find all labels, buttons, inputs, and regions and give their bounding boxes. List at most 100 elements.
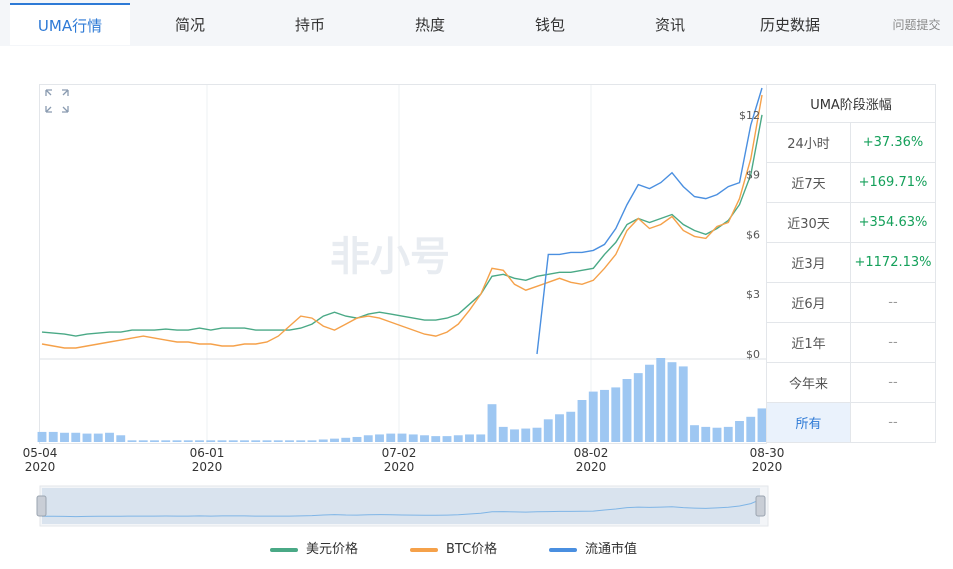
volume-bar (341, 437, 351, 442)
volume-bar (240, 440, 249, 442)
volume-bar (285, 440, 294, 442)
volume-bar (588, 391, 598, 442)
legend-label: 美元价格 (306, 542, 359, 557)
volume-bar (645, 364, 654, 442)
volume-bar (363, 435, 373, 442)
volume-bar (71, 432, 81, 442)
volume-bar (386, 433, 396, 442)
legend-swatch (549, 547, 577, 552)
volume-bar (656, 358, 666, 442)
volume-bar (453, 435, 463, 442)
volume-bar (701, 426, 711, 442)
watermark: 非小号 (330, 234, 450, 280)
volume-bar (206, 440, 216, 442)
volume-bar (521, 428, 531, 442)
volume-bar (735, 421, 744, 442)
x-tick-year: 2020 (384, 460, 415, 474)
volume-bar (195, 440, 204, 442)
volume-bar (352, 436, 362, 442)
volume-bar (611, 387, 621, 442)
chart-legend: 美元价格 BTC价格 流通市值 (0, 540, 953, 560)
volume-bar (375, 434, 384, 442)
volume-bar (476, 434, 486, 442)
x-tick-year: 2020 (752, 460, 783, 474)
x-tick-label: 07-02 (382, 446, 417, 460)
expand-icon[interactable] (45, 89, 69, 113)
period-value: +354.63% (850, 202, 936, 243)
period-label[interactable]: 近6月 (766, 282, 851, 323)
performance-table: UMA阶段涨幅 24小时 +37.36% 近7天 +169.71% 近30天 +354… (766, 84, 936, 443)
volume-bar (408, 434, 418, 442)
y-tick-label: $9 (746, 169, 760, 182)
volume-bar (746, 416, 756, 442)
volume-bar (60, 432, 69, 442)
legend-swatch (410, 547, 438, 552)
volume-bar (307, 440, 317, 442)
period-value: +37.36% (850, 122, 936, 163)
x-tick-label: 08-30 (750, 446, 785, 460)
volume-bar (723, 426, 733, 442)
volume-bar (150, 440, 159, 442)
volume-bar (555, 414, 564, 442)
legend-label: BTC价格 (446, 542, 498, 557)
x-tick-year: 2020 (576, 460, 607, 474)
volume-bar (105, 432, 114, 442)
volume-bar (690, 425, 699, 442)
volume-bar (116, 435, 126, 442)
volume-bar (37, 431, 47, 442)
y-tick-label: $3 (746, 288, 760, 301)
volume-bar (318, 439, 328, 442)
period-label[interactable]: 近7天 (766, 162, 851, 203)
legend-swatch (270, 547, 298, 552)
legend-item-marketcap[interactable]: 流通市值 (549, 540, 637, 560)
volume-bar (678, 366, 688, 442)
volume-bar (273, 440, 283, 442)
volume-bar (296, 440, 306, 442)
volume-bar (397, 433, 407, 442)
volume-bar (667, 362, 677, 442)
navigator-right-handle[interactable] (755, 495, 766, 517)
y-tick-label: $6 (746, 228, 760, 241)
volume-bar (127, 440, 137, 442)
navigator-selection[interactable] (42, 488, 760, 524)
volume-bar (532, 427, 542, 442)
range-navigator[interactable] (36, 485, 769, 527)
volume-bar (251, 440, 261, 442)
legend-item-btc[interactable]: BTC价格 (410, 540, 497, 560)
period-value: -- (850, 322, 936, 363)
period-label[interactable]: 近30天 (766, 202, 851, 243)
period-value: +1172.13% (850, 242, 936, 283)
volume-bar (82, 433, 92, 442)
volume-bar (431, 436, 441, 442)
x-tick-year: 2020 (25, 460, 56, 474)
volume-bar (172, 440, 182, 442)
volume-bar (228, 440, 238, 442)
period-label-all[interactable]: 所有 (766, 402, 851, 443)
x-tick-year: 2020 (192, 460, 223, 474)
legend-label: 流通市值 (585, 542, 638, 557)
x-tick-label: 06-01 (190, 446, 225, 460)
period-label[interactable]: 今年来 (766, 362, 851, 403)
volume-bar (566, 411, 576, 442)
volume-bar (600, 389, 609, 442)
volume-bar (217, 440, 227, 442)
volume-bar (442, 436, 452, 442)
period-label[interactable]: 24小时 (766, 122, 851, 163)
period-value: -- (850, 282, 936, 323)
legend-item-usd[interactable]: 美元价格 (270, 540, 358, 560)
navigator-left-handle[interactable] (36, 495, 47, 517)
volume-bar (498, 426, 508, 442)
series-line-1 (41, 114, 763, 337)
volume-bar (93, 433, 103, 442)
period-value: +169.71% (850, 162, 936, 203)
volume-bar (138, 440, 148, 442)
period-label[interactable]: 近1年 (766, 322, 851, 363)
y-tick-label: $12 (739, 109, 760, 122)
period-label[interactable]: 近3月 (766, 242, 851, 283)
volume-bar (465, 434, 474, 442)
volume-bar (183, 440, 193, 442)
volume-bar (330, 438, 339, 442)
x-tick-label: 08-02 (574, 446, 609, 460)
volume-bar (622, 379, 632, 442)
performance-title: UMA阶段涨幅 (766, 84, 936, 123)
